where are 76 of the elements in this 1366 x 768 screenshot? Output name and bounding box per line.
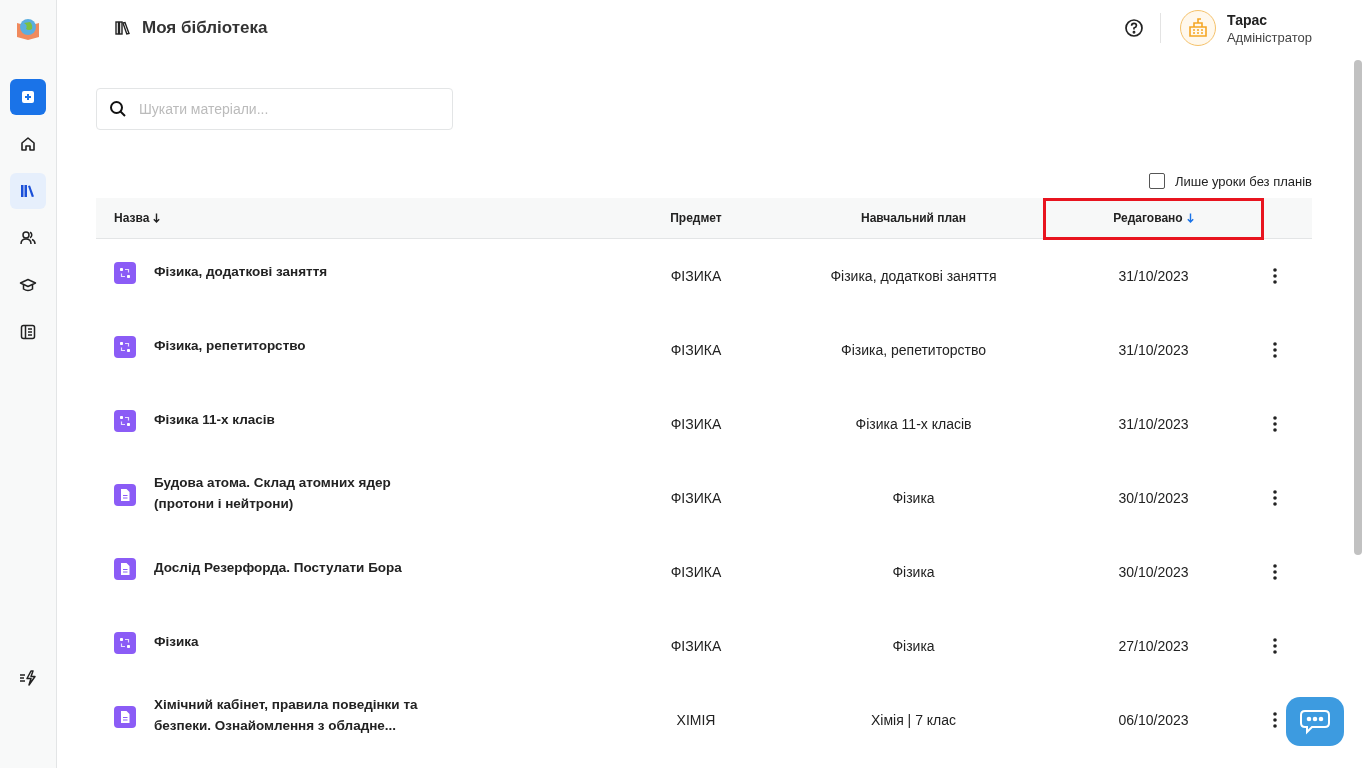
notebook-icon — [19, 323, 37, 341]
more-icon — [1273, 268, 1277, 284]
column-header[interactable]: Предмет — [670, 211, 722, 225]
plan-cell-text: Фізика — [891, 490, 936, 506]
plan-cell-text: Фізика 11-х класів — [854, 416, 973, 432]
help-button[interactable] — [1123, 18, 1144, 38]
material-link[interactable]: Хімічний кабінет, правила поведінки та безпеки. Ознайомлення з обладне... — [154, 694, 444, 736]
date-cell-text: 27/10/2023 — [1117, 638, 1190, 654]
date-cell-text: 30/10/2023 — [1117, 490, 1190, 506]
plan-cell-text: Фізика — [891, 638, 936, 654]
document-icon — [114, 483, 136, 506]
graduation-cap-icon — [19, 276, 37, 294]
people-icon — [19, 229, 37, 247]
material-link[interactable]: Фізика, додаткові заняття — [154, 260, 328, 282]
plan-cell-text: Фізика — [891, 564, 936, 580]
course-icon — [114, 261, 136, 284]
books-icon — [19, 182, 37, 200]
subject-cell-text: ФІЗИКА — [669, 342, 723, 358]
more-icon — [1273, 564, 1277, 580]
more-menu-button[interactable] — [1273, 562, 1277, 582]
subject-cell-text: ФІЗИКА — [669, 638, 723, 654]
material-link[interactable]: Будова атома. Склад атомних ядер (протони і нейтрони) — [154, 472, 444, 514]
more-icon — [1273, 490, 1277, 506]
document-icon — [114, 705, 136, 728]
lightning-icon — [19, 669, 37, 687]
course-icon — [114, 409, 136, 432]
column-header[interactable]: Назва — [114, 211, 150, 225]
more-menu-button[interactable] — [1273, 488, 1277, 508]
date-cell-text: 31/10/2023 — [1117, 268, 1190, 284]
chat-icon — [1299, 707, 1331, 736]
plan-cell-text: Фізика, репетиторство — [840, 342, 987, 358]
material-link[interactable]: Фізика, репетиторство — [154, 334, 306, 356]
date-cell-text: 06/10/2023 — [1117, 712, 1190, 728]
library-icon — [114, 19, 132, 37]
school-icon — [1186, 17, 1209, 39]
subject-cell-text: ФІЗИКА — [669, 490, 723, 506]
column-header[interactable]: Редаговано — [1113, 211, 1183, 225]
scrollbar[interactable] — [1354, 60, 1362, 555]
plus-icon — [21, 90, 35, 104]
material-link[interactable]: Фізика 11-х класів — [154, 408, 275, 430]
plan-cell-text: Хімія | 7 клас — [869, 712, 958, 728]
checkbox[interactable] — [1148, 173, 1165, 189]
chat-button[interactable] — [1286, 697, 1344, 746]
user-name: Тарас — [1226, 11, 1269, 28]
more-icon — [1273, 712, 1277, 728]
more-menu-button[interactable] — [1273, 414, 1277, 434]
date-cell-text: 30/10/2023 — [1117, 564, 1190, 580]
document-icon — [114, 557, 136, 580]
more-icon — [1273, 342, 1277, 358]
more-menu-button[interactable] — [1273, 266, 1277, 286]
course-icon — [114, 631, 136, 654]
more-menu-button[interactable] — [1273, 636, 1277, 656]
home-icon — [19, 135, 37, 153]
date-cell-text: 31/10/2023 — [1117, 342, 1190, 358]
more-menu-button[interactable] — [1273, 710, 1277, 730]
course-icon — [114, 335, 136, 358]
subject-cell-text: ХІМІЯ — [675, 712, 717, 728]
more-icon — [1273, 638, 1277, 654]
material-link[interactable]: Фізика — [154, 630, 199, 652]
more-menu-button[interactable] — [1273, 340, 1277, 360]
page-title: Моя бібліотека — [142, 18, 268, 38]
search-icon — [109, 100, 127, 118]
create-button[interactable] — [10, 79, 46, 115]
checkbox-label: Лише уроки без планів — [1174, 173, 1312, 189]
subject-cell-text: ФІЗИКА — [669, 416, 723, 432]
more-icon — [1273, 416, 1277, 432]
user-role: Адміністратор — [1226, 29, 1312, 45]
column-header[interactable]: Навчальний план — [861, 211, 966, 225]
search-field[interactable]: Шукати матеріали... — [96, 88, 453, 130]
sidebar-item[interactable] — [10, 173, 46, 209]
subject-cell-text: ФІЗИКА — [669, 268, 723, 284]
plan-cell-text: Фізика, додаткові заняття — [829, 268, 998, 284]
help-icon — [1123, 18, 1144, 38]
subject-cell-text: ФІЗИКА — [669, 564, 723, 580]
material-link[interactable]: Дослід Резерфорда. Постулати Бора — [154, 556, 402, 578]
date-cell-text: 31/10/2023 — [1117, 416, 1190, 432]
